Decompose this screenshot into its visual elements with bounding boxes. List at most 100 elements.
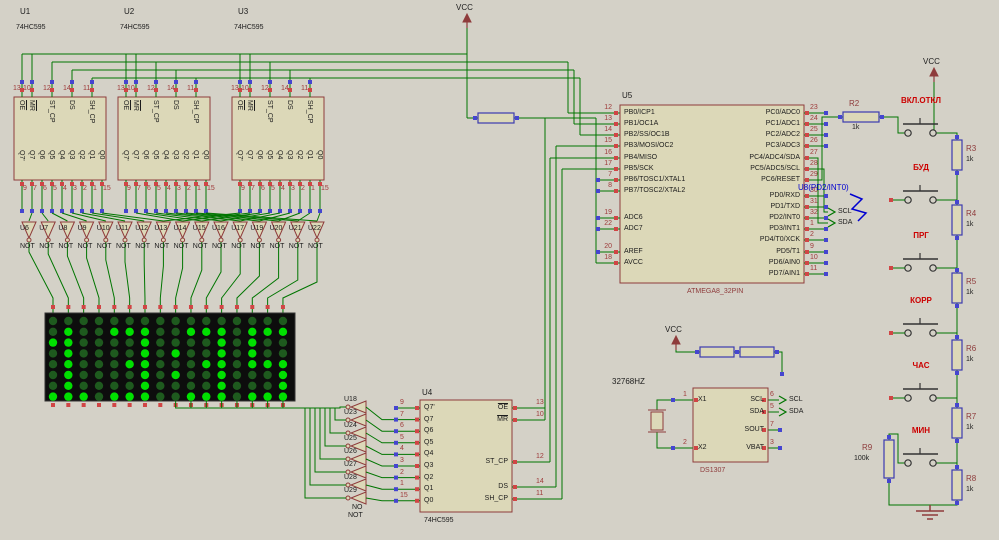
led-dot-on <box>186 327 196 336</box>
button-corr[interactable] <box>900 315 942 341</box>
pin-number: 7 <box>251 185 255 192</box>
led-dot-off <box>217 316 226 326</box>
resistor-r9[interactable] <box>883 439 895 479</box>
pin-number: 12 <box>43 85 51 92</box>
button-minutes[interactable] <box>900 445 942 471</box>
pin-number: 11 <box>187 85 195 92</box>
wire <box>365 497 398 502</box>
pin-number: 7 <box>608 171 612 178</box>
not-bubble-icon <box>199 237 205 243</box>
pin-number: 5 <box>271 185 275 192</box>
led-dot-off <box>79 338 88 347</box>
resistor-unlabeled[interactable] <box>477 112 515 124</box>
resistor-r2[interactable] <box>842 111 880 123</box>
led-dot-on <box>278 392 288 401</box>
resistor-r6[interactable] <box>951 339 963 371</box>
junction-blue <box>671 446 675 450</box>
crystal[interactable] <box>650 411 664 431</box>
pin-name: SOUT <box>744 426 764 433</box>
resistor-pullup-2[interactable] <box>739 346 775 358</box>
pin-name: PC4/ADC4/SDA <box>749 154 800 161</box>
not-bubble-icon <box>276 237 282 243</box>
junction-red <box>614 156 618 160</box>
junction-blue <box>30 209 34 213</box>
led-dot-on <box>140 381 150 390</box>
pin-name: X1 <box>698 396 707 403</box>
led-dot-on <box>217 327 226 336</box>
not-bubble-icon <box>141 237 147 243</box>
pin-name: PB4/MISO <box>624 154 658 161</box>
resistor-r8[interactable] <box>951 469 963 501</box>
pin-number: 2 <box>400 468 404 476</box>
junction-red <box>415 452 419 457</box>
wire <box>282 401 346 499</box>
wire <box>143 242 146 313</box>
resistor-r4[interactable] <box>951 204 963 236</box>
pin-number: 22 <box>604 220 612 227</box>
junction-red <box>805 205 809 209</box>
wire <box>124 242 131 313</box>
sda-terminal-icon[interactable] <box>827 218 837 228</box>
button-prog[interactable] <box>900 250 942 276</box>
junction-blue <box>596 189 600 193</box>
sda-terminal-label: SDA <box>838 219 853 226</box>
chip-part: DS1307 <box>700 467 726 474</box>
resistor-r3[interactable] <box>951 139 963 171</box>
led-dot-on <box>140 360 150 369</box>
junction-red <box>415 498 419 503</box>
led-dot-off <box>94 349 104 358</box>
junction-blue <box>735 350 739 354</box>
junction-blue <box>268 80 272 84</box>
sda-terminal-icon[interactable] <box>778 407 788 417</box>
junction-blue <box>288 209 292 213</box>
led-dot-off <box>125 349 134 358</box>
junction-blue <box>824 227 828 231</box>
resistor-r7[interactable] <box>951 407 963 439</box>
resistor-r5[interactable] <box>951 272 963 304</box>
pin-number: 1 <box>810 220 814 227</box>
junction-red <box>112 403 117 407</box>
pin-number: 16 <box>604 149 612 156</box>
button-alarm[interactable] <box>900 182 942 208</box>
led-dot-off <box>94 370 104 380</box>
pin-number: 2 <box>810 231 814 238</box>
junction-red <box>158 403 163 407</box>
led-dot-on <box>186 392 196 401</box>
pin-name: Q2 <box>78 150 85 160</box>
gate-type: NOT <box>192 243 208 250</box>
vcc-terminal-icon[interactable] <box>462 12 472 23</box>
led-dot-off <box>202 316 211 326</box>
led-dot-on <box>202 392 211 401</box>
button-on-off[interactable] <box>900 115 942 141</box>
pin-name: PC6/RESET <box>761 176 800 183</box>
vcc-terminal-icon[interactable] <box>929 66 939 77</box>
pin-number: 13 <box>604 115 612 122</box>
wire <box>365 406 398 421</box>
led-dot-off <box>48 370 58 380</box>
junction-blue <box>268 209 272 213</box>
pin-number: 4 <box>167 185 171 192</box>
wire <box>774 351 783 374</box>
led-dot-on <box>171 349 180 358</box>
pin-name: X2 <box>698 444 707 451</box>
led-dot-off <box>79 370 88 380</box>
led-dot-off <box>263 381 272 390</box>
vcc-terminal-icon[interactable] <box>671 334 681 345</box>
junction-blue <box>40 209 44 213</box>
scl-terminal-icon[interactable] <box>827 207 837 217</box>
pin-number: 9 <box>127 185 131 192</box>
pin-name: Q0 <box>424 496 434 504</box>
button-hours[interactable] <box>900 380 942 406</box>
scl-terminal-icon[interactable] <box>778 395 788 405</box>
junction-blue <box>174 209 178 213</box>
pin-number: 15 <box>604 137 612 144</box>
gate-type: NOT <box>212 243 227 250</box>
pin-number: 13 <box>231 85 239 92</box>
resistor-value: 1k <box>852 124 860 131</box>
led-dot-on <box>125 392 134 401</box>
pin-name: SCL <box>750 396 764 403</box>
junction-blue <box>824 205 828 209</box>
resistor-pullup-1[interactable] <box>699 346 735 358</box>
resistor-value: 1k <box>966 156 974 163</box>
pin-number: 4 <box>281 185 285 192</box>
